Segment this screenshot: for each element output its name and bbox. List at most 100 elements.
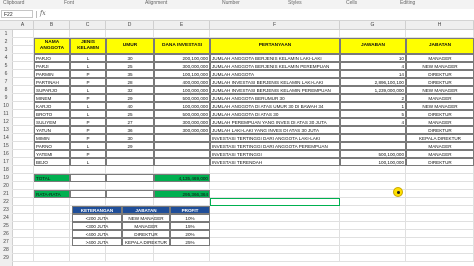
bonus-table-cell[interactable]: 15%	[170, 222, 210, 230]
grid-cell[interactable]	[154, 182, 210, 190]
bonus-table-cell[interactable]: DIREKTUR	[122, 230, 170, 238]
table-cell[interactable]: 500,000,000	[154, 110, 210, 118]
bonus-table-cell[interactable]: 25%	[170, 238, 210, 246]
selected-cell-f22[interactable]	[210, 198, 340, 206]
grid-cell[interactable]	[12, 86, 34, 94]
grid-cell[interactable]	[34, 214, 70, 222]
table-cell[interactable]: BROTO	[34, 110, 70, 118]
grid-cell[interactable]	[34, 206, 70, 214]
grid-cell[interactable]	[34, 166, 70, 174]
table-cell[interactable]: YATUN	[34, 126, 70, 134]
total-row-cell[interactable]	[70, 190, 106, 198]
table-cell[interactable]	[340, 126, 406, 134]
grid-cell[interactable]	[12, 102, 34, 110]
grid-cell[interactable]	[12, 190, 34, 198]
table-cell[interactable]: P	[70, 118, 106, 126]
table-cell[interactable]: DIREKTUR	[406, 158, 474, 166]
grid-cell[interactable]	[406, 222, 474, 230]
grid-cell[interactable]	[34, 246, 70, 254]
table-cell[interactable]: PARNO	[34, 142, 70, 150]
table-cell[interactable]: INVESTASI TERTINGGI	[210, 150, 340, 158]
table-cell[interactable]: JUMLAH ANGGOTA BERUMUR 30	[210, 94, 340, 102]
bonus-table-cell[interactable]: KEPALA DIREKTUR	[122, 238, 170, 246]
grid-cell[interactable]	[12, 158, 34, 166]
table-cell[interactable]: MANAGER	[406, 54, 474, 62]
table-cell[interactable]: NEW MANAGER	[406, 102, 474, 110]
table-cell[interactable]: MANAGER	[406, 118, 474, 126]
table-cell[interactable]: 40	[106, 102, 154, 110]
table-cell[interactable]: JUMLAH ANGGOTA BERJENIS KELAMIN PEREMPUA…	[210, 62, 340, 70]
table-cell[interactable]: 36	[106, 126, 154, 134]
grid-cell[interactable]	[12, 174, 34, 182]
table-cell[interactable]: 500,100,000	[340, 150, 406, 158]
total-value[interactable]: 4,135,469,000	[154, 174, 210, 182]
table-cell[interactable]: 2,896,100,100	[340, 78, 406, 86]
table-cell[interactable]	[106, 158, 154, 166]
table-cell[interactable]: 300,000,000	[154, 62, 210, 70]
grid-cell[interactable]	[154, 30, 210, 38]
table-cell[interactable]: INVESTASI TERTINGGI DARI ANGGOTA PEREMPU…	[210, 142, 340, 150]
grid-cell[interactable]	[406, 190, 474, 198]
table-cell[interactable]: DIREKTUR	[406, 126, 474, 134]
table-cell[interactable]: 500,000,000	[154, 94, 210, 102]
grid-cell[interactable]	[12, 38, 34, 46]
table-cell[interactable]	[154, 158, 210, 166]
bonus-table-cell[interactable]: <400 JUTA	[72, 230, 122, 238]
grid-cell[interactable]	[106, 30, 154, 38]
table-cell[interactable]: 28	[106, 78, 154, 86]
table-cell[interactable]: 4	[340, 62, 406, 70]
grid-cell[interactable]	[406, 206, 474, 214]
table-cell[interactable]: BEJO	[34, 158, 70, 166]
table-cell[interactable]: MANAGER	[406, 94, 474, 102]
grid-cell[interactable]	[154, 166, 210, 174]
table-cell[interactable]: MINEM	[34, 94, 70, 102]
grid-cell[interactable]	[340, 174, 406, 182]
bonus-table-cell[interactable]: 20%	[170, 230, 210, 238]
table-cell[interactable]	[340, 142, 406, 150]
grid-cell[interactable]	[12, 110, 34, 118]
table-cell[interactable]: P	[70, 70, 106, 78]
table-cell[interactable]	[154, 134, 210, 142]
grid-cell[interactable]	[340, 198, 406, 206]
table-cell[interactable]: KEPALA DIREKTUR	[406, 134, 474, 142]
grid-cell[interactable]	[12, 182, 34, 190]
grid-cell[interactable]	[34, 230, 70, 238]
table-cell[interactable]: L	[70, 110, 106, 118]
grid-cell[interactable]	[12, 46, 34, 54]
table-cell[interactable]: 25	[106, 62, 154, 70]
grid-cell[interactable]	[34, 30, 70, 38]
table-cell[interactable]: 4	[340, 118, 406, 126]
bonus-table-cell[interactable]: <200 JUTA	[72, 214, 122, 222]
grid-cell[interactable]	[12, 222, 34, 230]
grid-cell[interactable]	[106, 246, 154, 254]
table-cell[interactable]: 300,000,000	[154, 126, 210, 134]
grid-cell[interactable]	[12, 230, 34, 238]
grid-cell[interactable]	[406, 30, 474, 38]
grid-cell[interactable]	[406, 254, 474, 262]
table-cell[interactable]	[106, 150, 154, 158]
table-cell[interactable]: MANAGER	[406, 150, 474, 158]
grid-cell[interactable]	[406, 230, 474, 238]
table-cell[interactable]: 300,000,000	[154, 118, 210, 126]
grid-cell[interactable]	[406, 214, 474, 222]
grid-cell[interactable]	[340, 222, 406, 230]
table-cell[interactable]: P	[70, 126, 106, 134]
spreadsheet-grid[interactable]: NAMA ANGGOTA JENIS KELAMIN UMUR DANA INVEST…	[0, 0, 474, 266]
grid-cell[interactable]	[70, 246, 106, 254]
bonus-table-cell[interactable]: NEW MANAGER	[122, 214, 170, 222]
table-cell[interactable]: 5	[340, 110, 406, 118]
grid-cell[interactable]	[210, 222, 340, 230]
grid-cell[interactable]	[106, 254, 154, 262]
table-cell[interactable]: L	[70, 86, 106, 94]
table-cell[interactable]: P	[70, 150, 106, 158]
grid-cell[interactable]	[12, 94, 34, 102]
table-cell[interactable]	[154, 142, 210, 150]
table-cell[interactable]: YATEMI	[34, 150, 70, 158]
grid-cell[interactable]	[70, 166, 106, 174]
grid-cell[interactable]	[406, 246, 474, 254]
table-cell[interactable]: L	[70, 102, 106, 110]
table-cell[interactable]: MIMIN	[34, 134, 70, 142]
grid-cell[interactable]	[210, 246, 340, 254]
table-cell[interactable]: 2	[340, 94, 406, 102]
table-cell[interactable]: 100,000,000	[154, 102, 210, 110]
